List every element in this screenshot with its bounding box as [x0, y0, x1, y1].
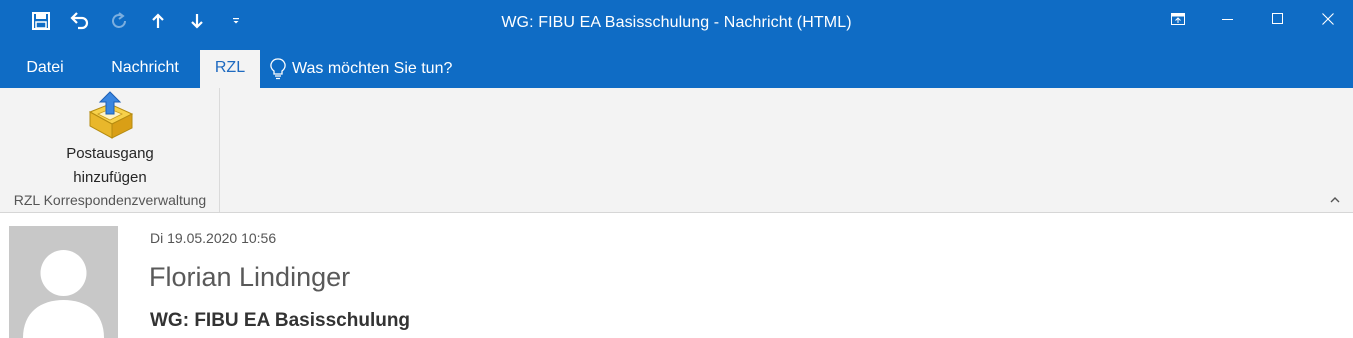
ribbon-display-options-button[interactable] — [1153, 0, 1203, 38]
lightbulb-icon — [270, 58, 286, 80]
message-subject: WG: FIBU EA Basisschulung — [150, 310, 411, 331]
tell-me-text: Was möchten Sie tun? — [292, 60, 453, 77]
tab-rzl[interactable]: RZL — [200, 50, 260, 88]
window-controls — [1153, 0, 1353, 40]
maximize-button[interactable] — [1253, 0, 1303, 38]
outbox-add-icon — [80, 90, 140, 142]
ribbon-display-icon — [1171, 13, 1185, 25]
close-button[interactable] — [1303, 0, 1353, 38]
tab-nachricht[interactable]: Nachricht — [96, 50, 194, 88]
button-label-line2: hinzufügen — [73, 169, 147, 186]
postausgang-hinzufuegen-button[interactable]: Postausgang hinzufügen — [45, 90, 175, 188]
tab-datei[interactable]: Datei — [10, 50, 80, 88]
ribbon-group-rzl-korrespondenzverwaltung: Postausgang hinzufügen RZL Korrespondenz… — [0, 88, 220, 212]
minimize-icon — [1222, 19, 1233, 20]
ribbon: Postausgang hinzufügen RZL Korrespondenz… — [0, 88, 1353, 213]
close-icon — [1322, 13, 1334, 25]
collapse-ribbon-button[interactable] — [1327, 192, 1343, 208]
ribbon-tab-bar: Datei Nachricht RZL Was möchten Sie tun? — [0, 50, 1353, 88]
chevron-up-icon — [1330, 197, 1340, 203]
message-date: Di 19.05.2020 10:56 — [150, 230, 277, 246]
message-header: Di 19.05.2020 10:56 Florian Lindinger WG… — [0, 214, 1353, 338]
title-bar: WG: FIBU EA Basisschulung - Nachricht (H… — [0, 0, 1353, 50]
avatar — [9, 226, 118, 338]
window-title: WG: FIBU EA Basisschulung - Nachricht (H… — [501, 14, 852, 31]
sender-name[interactable]: Florian Lindinger — [149, 262, 350, 293]
minimize-button[interactable] — [1203, 0, 1253, 38]
button-label-line1: Postausgang — [66, 145, 154, 162]
ribbon-group-label: RZL Korrespondenzverwaltung — [13, 192, 207, 208]
tell-me-search[interactable]: Was möchten Sie tun? — [270, 57, 452, 81]
maximize-icon — [1272, 13, 1283, 24]
